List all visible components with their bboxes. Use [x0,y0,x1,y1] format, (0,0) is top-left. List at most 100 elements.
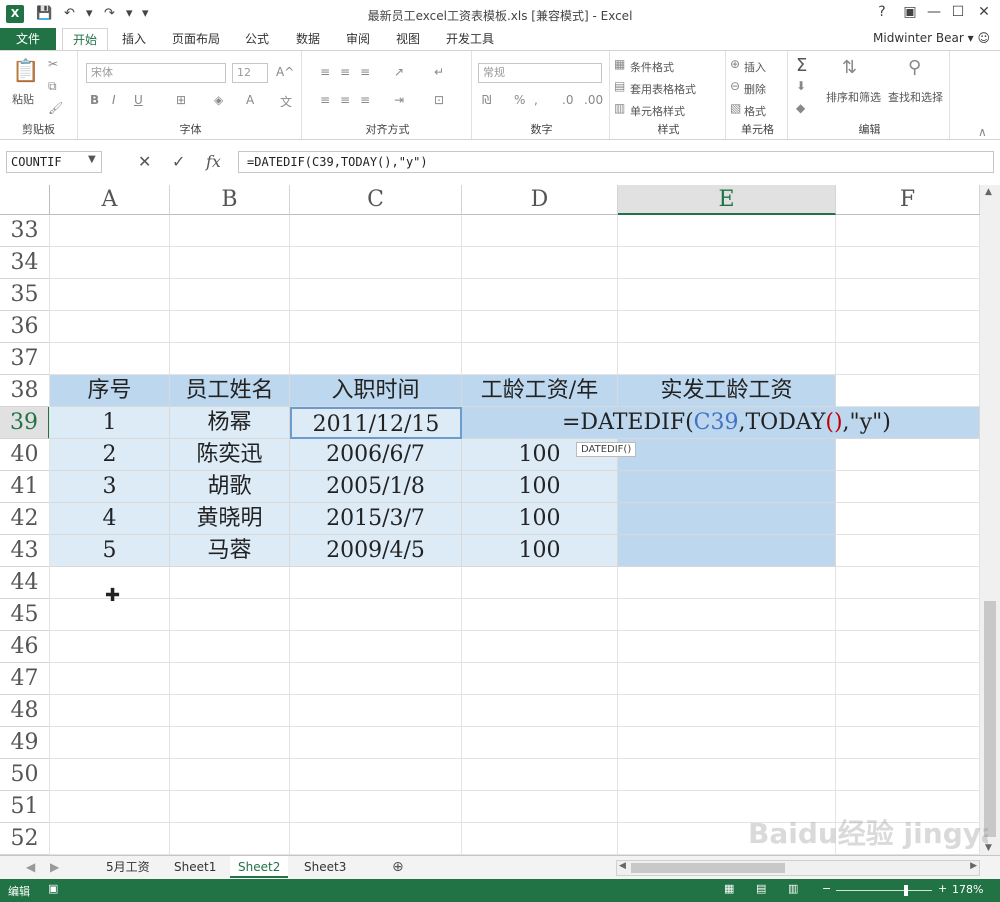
accounting-format-icon[interactable]: ₪ [482,93,491,107]
zoom-out-icon[interactable]: − [822,882,831,895]
table-cell[interactable]: 4 [50,503,170,535]
sheet-tab[interactable]: Sheet1 [166,856,224,878]
align-left-icon[interactable]: ≡ [320,93,330,107]
table-header-cell[interactable]: 工龄工资/年 [462,375,618,407]
cancel-icon[interactable]: ✕ [138,152,151,171]
tab-view[interactable]: 视图 [396,28,420,50]
table-cell[interactable]: 100 [462,471,618,503]
row-header[interactable]: 46 [0,631,50,663]
table-cell[interactable]: 2009/4/5 [290,535,462,567]
zoom-slider-thumb[interactable] [904,885,908,896]
indent-icon[interactable]: ⇥ [394,93,404,107]
column-header-c[interactable]: C [290,185,462,215]
column-header-d[interactable]: D [462,185,618,215]
phonetic-icon[interactable]: 文 [280,93,292,110]
table-cell[interactable]: 胡歌 [170,471,290,503]
autosum-icon[interactable]: Σ [796,55,807,76]
table-cell[interactable] [618,439,836,471]
row-header[interactable]: 40 [0,439,50,471]
table-cell[interactable]: 黄晓明 [170,503,290,535]
row-header[interactable]: 52 [0,823,50,855]
table-cell[interactable]: 马蓉 [170,535,290,567]
merge-center-icon[interactable]: ⊡ [434,93,444,107]
table-cell[interactable]: 2005/1/8 [290,471,462,503]
tab-page-layout[interactable]: 页面布局 [172,28,220,50]
insert-cells-button[interactable]: 插入 [744,59,766,75]
user-account[interactable]: Midwinter Bear ▾ ☺ [873,28,990,48]
table-cell[interactable]: 5 [50,535,170,567]
underline-icon[interactable]: U [134,93,143,107]
bold-icon[interactable]: B [90,93,99,107]
name-box-dropdown-icon[interactable]: ▼ [88,154,96,165]
font-name-combo[interactable]: 宋体 [86,63,226,83]
row-header[interactable]: 47 [0,663,50,695]
align-center-icon[interactable]: ≡ [340,93,350,107]
table-cell[interactable]: 100 [462,503,618,535]
row-header[interactable]: 50 [0,759,50,791]
scroll-right-icon[interactable]: ▶ [970,861,977,871]
zoom-slider[interactable] [836,890,932,891]
page-break-view-icon[interactable]: ▥ [788,882,798,895]
table-cell[interactable]: 3 [50,471,170,503]
delete-cells-button[interactable]: 删除 [744,81,766,97]
italic-icon[interactable]: I [112,93,116,107]
ribbon-display-icon[interactable]: ▣ [898,4,922,20]
table-cell[interactable] [618,535,836,567]
row-header[interactable]: 35 [0,279,50,311]
wrap-text-icon[interactable]: ↵ [434,65,444,79]
tab-developer[interactable]: 开发工具 [446,28,494,50]
row-header[interactable]: 51 [0,791,50,823]
table-cell[interactable]: 1 [50,407,170,439]
sort-filter-button[interactable]: 排序和筛选 [826,89,881,105]
enter-icon[interactable]: ✓ [172,152,185,171]
column-header-e[interactable]: E [618,185,836,215]
grow-font-icon[interactable]: A^ [276,65,294,79]
vertical-scrollbar[interactable]: ▲ ▼ [980,185,1000,855]
row-header[interactable]: 33 [0,215,50,247]
column-header-f[interactable]: F [836,185,980,215]
scroll-down-icon[interactable]: ▼ [985,843,992,853]
format-as-table-button[interactable]: 套用表格格式 [630,81,696,97]
page-layout-view-icon[interactable]: ▤ [756,882,766,895]
cell-styles-button[interactable]: 单元格样式 [630,103,685,119]
worksheet-grid[interactable]: A B C D E F 33 34 35 36 37 38 39 40 41 4… [0,185,980,855]
table-header-cell[interactable]: 实发工龄工资 [618,375,836,407]
row-header[interactable]: 36 [0,311,50,343]
table-cell[interactable]: 杨幂 [170,407,290,439]
align-top-icon[interactable]: ≡ [320,65,330,79]
row-header[interactable]: 43 [0,535,50,567]
row-header[interactable]: 37 [0,343,50,375]
table-cell[interactable]: 2015/3/7 [290,503,462,535]
table-cell[interactable] [618,503,836,535]
font-color-icon[interactable]: A [246,93,254,107]
prev-sheet-icon[interactable]: ◀ [18,856,43,878]
next-sheet-icon[interactable]: ▶ [42,856,67,878]
table-cell[interactable]: 2006/6/7 [290,439,462,471]
align-middle-icon[interactable]: ≡ [340,65,350,79]
normal-view-icon[interactable]: ▦ [724,882,734,895]
cut-icon[interactable]: ✂ [48,57,58,71]
row-header[interactable]: 44 [0,567,50,599]
fill-icon[interactable]: ⬇ [796,79,806,93]
scroll-up-icon[interactable]: ▲ [985,187,992,197]
table-cell[interactable]: 2 [50,439,170,471]
row-header[interactable]: 42 [0,503,50,535]
format-painter-icon[interactable]: 🖌 [48,101,63,115]
copy-icon[interactable]: ⧉ [48,79,57,94]
row-header[interactable]: 45 [0,599,50,631]
tab-data[interactable]: 数据 [296,28,320,50]
help-button[interactable]: ? [870,4,894,20]
align-bottom-icon[interactable]: ≡ [360,65,370,79]
align-right-icon[interactable]: ≡ [360,93,370,107]
new-sheet-icon[interactable]: ⊕ [384,856,412,878]
conditional-format-button[interactable]: 条件格式 [630,59,674,75]
tab-insert[interactable]: 插入 [122,28,146,50]
tab-formulas[interactable]: 公式 [245,28,269,50]
row-header[interactable]: 48 [0,695,50,727]
collapse-ribbon-icon[interactable]: ∧ [978,125,987,139]
in-cell-formula-editor[interactable]: =DATEDIF(C39,TODAY(),"y") [562,407,891,439]
number-format-combo[interactable]: 常规 [478,63,602,83]
table-cell[interactable] [618,471,836,503]
table-cell[interactable]: 100 [462,535,618,567]
zoom-level[interactable]: 178% [952,883,983,896]
